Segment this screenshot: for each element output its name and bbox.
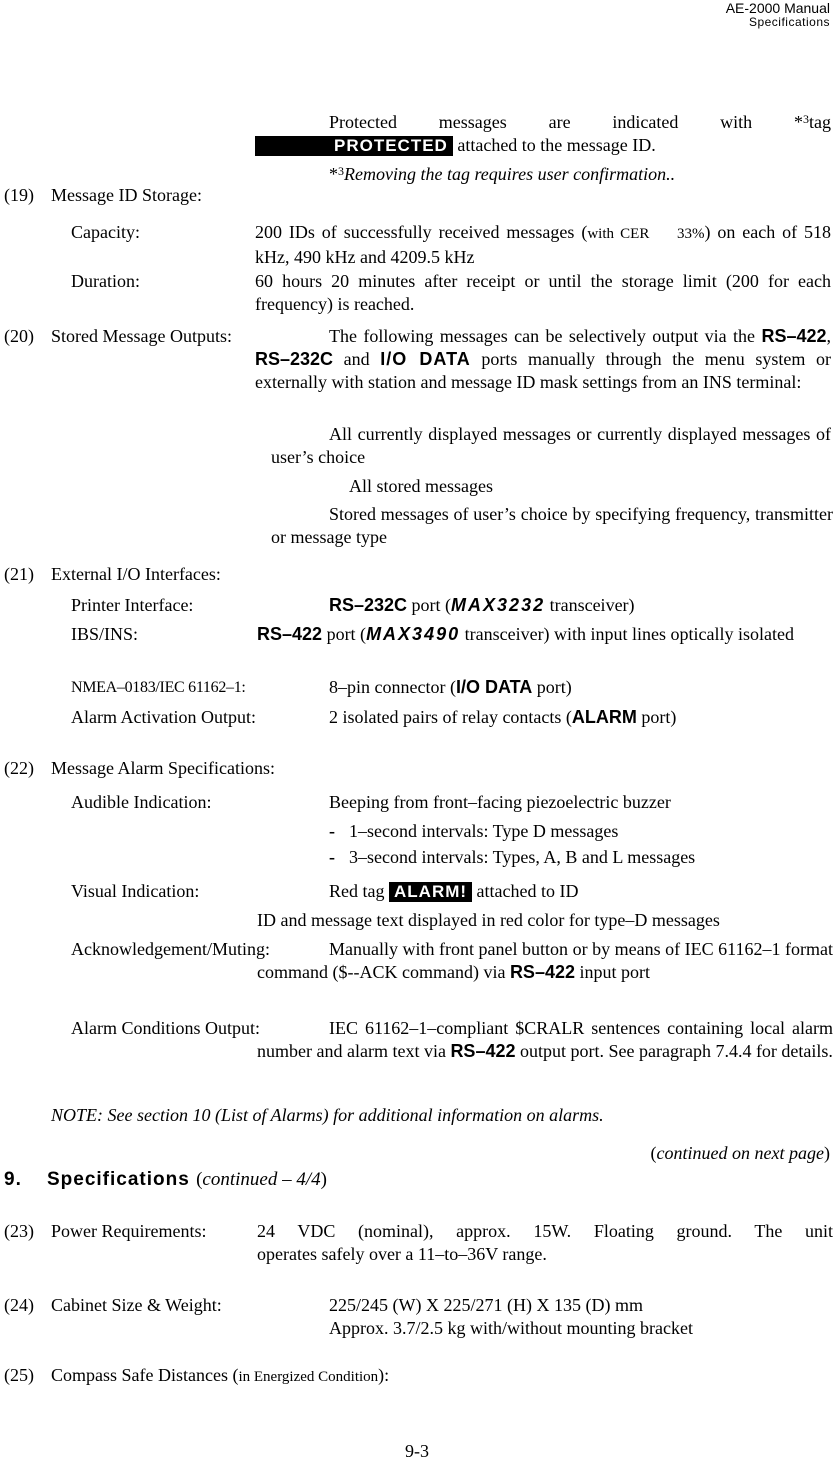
item-19-number: (19)	[4, 185, 34, 205]
item-21-title: External I/O Interfaces:	[51, 564, 221, 584]
cabinet-weight-text: Approx. 3.7/2.5 kg with/without mounting…	[329, 1318, 693, 1338]
audible-bullet: -1–second intervals: Type D messages	[329, 821, 619, 841]
alarm-output-label: Alarm Activation Output:	[71, 707, 256, 727]
output-option-1: All currently displayed messages or curr…	[271, 424, 831, 467]
duration-label: Duration:	[71, 271, 140, 291]
alarm-tag: ALARM!	[389, 882, 473, 902]
item-25-title: Compass Safe Distances (in Energized Con…	[51, 1365, 390, 1385]
power-text-2: operates safely over a 11–to–36V range.	[257, 1244, 547, 1264]
item-21-number: (21)	[4, 564, 34, 584]
visual-label: Visual Indication:	[71, 881, 200, 901]
output-option-3: Stored messages of user’s choice by spec…	[271, 504, 833, 547]
manual-title: AE-2000 Manual	[725, 0, 830, 16]
item-25-number: (25)	[4, 1365, 34, 1385]
item-19-title: Message ID Storage:	[51, 185, 202, 205]
duration-text: 60 hours 20 minutes after receipt or unt…	[255, 271, 831, 314]
nmea-text: 8–pin connector (I/O DATA port)	[329, 677, 572, 697]
alarm-note: NOTE: See section 10 (List of Alarms) fo…	[51, 1105, 604, 1125]
cabinet-size-text: 225/245 (W) X 225/271 (H) X 135 (D) mm	[329, 1295, 643, 1315]
ack-text: Manually with front panel button or by m…	[257, 939, 833, 982]
printer-interface-label: Printer Interface:	[71, 595, 194, 615]
alarm-output-text: 2 isolated pairs of relay contacts (ALAR…	[329, 707, 677, 727]
item-24-number: (24)	[4, 1295, 34, 1315]
printer-interface-text: RS–232C port (MAX3232 transceiver)	[329, 595, 635, 615]
output-option-2: All stored messages	[349, 476, 493, 496]
section-name: Specifications	[748, 15, 830, 29]
protected-tag: PROTECTED	[255, 136, 453, 156]
power-text-1: 24 VDC (nominal), approx. 15W. Floating …	[257, 1221, 833, 1241]
item-23-number: (23)	[4, 1221, 34, 1241]
protected-footnote: *3Removing the tag requires user confirm…	[329, 164, 676, 184]
audible-label: Audible Indication:	[71, 792, 212, 812]
page-number: 9-3	[405, 1441, 429, 1461]
item-23-title: Power Requirements:	[51, 1221, 207, 1241]
item-22-number: (22)	[4, 758, 34, 778]
audible-bullet: -3–second intervals: Types, A, B and L m…	[329, 847, 696, 867]
ibs-ins-label: IBS/INS:	[71, 624, 139, 644]
protected-paragraph: Protected messages are indicated with *3…	[255, 108, 831, 157]
item-20-title: Stored Message Outputs:	[51, 326, 232, 346]
item-24-title: Cabinet Size & Weight:	[51, 1295, 222, 1315]
visual-text: Red tag ALARM! attached to ID	[329, 881, 579, 902]
conditions-label: Alarm Conditions Output:	[71, 1018, 260, 1038]
item-22-title: Message Alarm Specifications:	[51, 758, 275, 778]
ack-label: Acknowledgement/Muting:	[71, 939, 270, 959]
capacity-text: 200 IDs of successfully received message…	[255, 222, 832, 267]
capacity-label: Capacity:	[71, 222, 140, 242]
continued-note: (continued on next page)	[650, 1143, 830, 1163]
dash-icon: -	[329, 847, 335, 867]
item-20-text: The following messages can be selectivel…	[255, 326, 832, 392]
ibs-ins-text: RS–422 port (MAX3490 transceiver) with i…	[257, 624, 795, 644]
dash-icon: -	[329, 821, 335, 841]
item-20-number: (20)	[4, 326, 34, 346]
conditions-text: IEC 61162–1–compliant $CRALR sentences c…	[257, 1018, 833, 1061]
nmea-label: NMEA–0183/IEC 61162–1:	[71, 679, 246, 696]
section-heading: 9. Specifications (continued – 4/4)	[4, 1169, 327, 1190]
visual-text-2: ID and message text displayed in red col…	[257, 910, 720, 930]
audible-text: Beeping from front–facing piezoelectric …	[329, 792, 671, 812]
